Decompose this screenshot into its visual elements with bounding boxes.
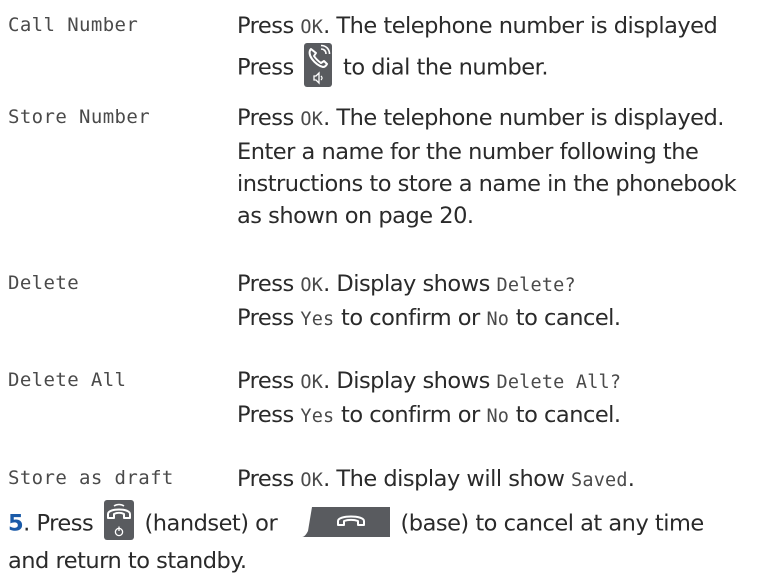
step-line: 5. Press (handset) or (base) to cancel a… <box>8 500 778 544</box>
description-line: Press OK. Display shows Delete? <box>237 271 576 297</box>
no-key-label: No <box>486 406 510 427</box>
step-line: and return to standby. <box>8 548 247 574</box>
option-description: Press OK. The telephone number is displa… <box>237 10 777 90</box>
display-text: Saved <box>571 470 628 491</box>
option-label: Delete All <box>8 369 127 391</box>
ok-key-label: OK <box>300 372 324 393</box>
description-line: Press Yes to confirm or No to cancel. <box>237 305 621 331</box>
ok-key-label: OK <box>300 470 324 491</box>
display-text: Delete? <box>496 275 576 296</box>
description-line: Press OK. Display shows Delete All? <box>237 368 622 394</box>
ok-key-label: OK <box>300 109 324 130</box>
step-number: 5 <box>8 510 24 537</box>
option-label: Call Number <box>8 14 139 36</box>
description-line: instructions to store a name in the phon… <box>237 171 737 197</box>
ok-key-label: OK <box>300 275 324 296</box>
description-line: Press OK. The display will show Saved. <box>237 466 635 492</box>
description-line: as shown on page 20. <box>237 203 474 229</box>
no-key-label: No <box>486 309 510 330</box>
yes-key-label: Yes <box>300 309 335 330</box>
description-line: Press OK. The telephone number is displa… <box>237 105 724 131</box>
option-description: Press OK. Display shows Delete All? Pres… <box>237 365 777 433</box>
option-label: Delete <box>8 272 80 294</box>
yes-key-label: Yes <box>300 406 335 427</box>
option-description: Press OK. The display will show Saved. <box>237 463 777 497</box>
option-description: Press OK. The telephone number is displa… <box>237 102 777 232</box>
base-end-call-icon <box>287 507 390 537</box>
description-line: Press OK. The telephone number is displa… <box>237 13 718 39</box>
handset-talk-speaker-icon <box>304 43 333 87</box>
description-line: Press to dial the number. <box>237 43 777 90</box>
step-5: 5. Press (handset) or (base) to cancel a… <box>8 500 778 578</box>
handset-end-power-icon <box>103 500 134 540</box>
description-line: Enter a name for the number following th… <box>237 139 699 165</box>
ok-key-label: OK <box>300 17 324 38</box>
option-label: Store as draft <box>8 467 174 489</box>
description-line: Press Yes to confirm or No to cancel. <box>237 402 621 428</box>
display-text: Delete All? <box>496 372 622 393</box>
option-label: Store Number <box>8 106 151 128</box>
option-description: Press OK. Display shows Delete? Press Ye… <box>237 268 777 336</box>
